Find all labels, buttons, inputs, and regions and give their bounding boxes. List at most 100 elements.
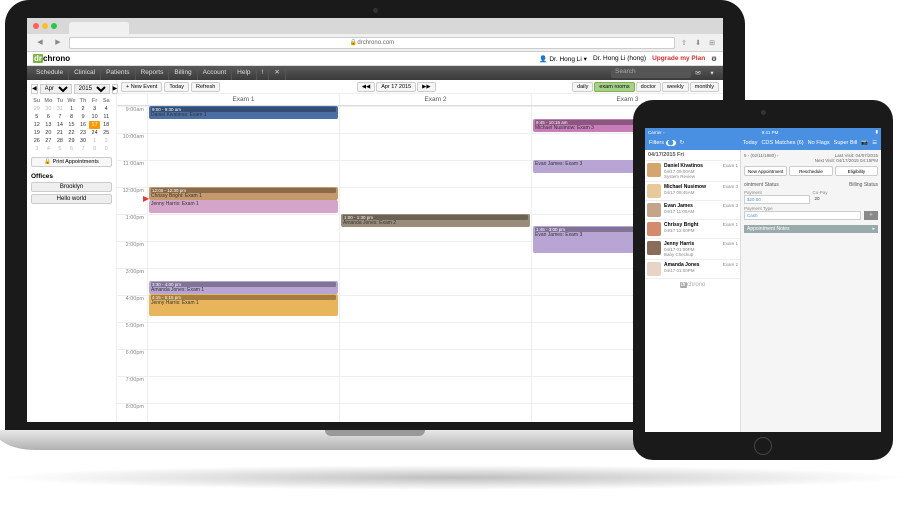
calendar-day[interactable]: 8: [66, 113, 78, 121]
nav-schedule[interactable]: Schedule: [31, 66, 69, 80]
eligibility-button[interactable]: Eligibility: [835, 166, 878, 176]
calendar-day[interactable]: 30: [43, 105, 55, 113]
new-appointment-button[interactable]: New Appointment: [744, 166, 787, 176]
back-icon[interactable]: ◀: [33, 37, 47, 49]
nav-patients[interactable]: Patients: [101, 66, 136, 80]
payment-field[interactable]: $20.00: [744, 195, 810, 204]
calendar-day[interactable]: 2: [77, 105, 89, 113]
filters-button[interactable]: Filters ⬤: [649, 140, 676, 146]
appointment-block[interactable]: 1:00 - 1:30 pmAmanda Jones: Exam 2: [341, 214, 530, 227]
next-day-button[interactable]: ▶▶: [417, 82, 435, 92]
calendar-day[interactable]: 31: [54, 105, 66, 113]
flags-button[interactable]: No Flags: [808, 140, 830, 146]
nav-billing[interactable]: Billing: [169, 66, 197, 80]
toggle-icon[interactable]: ⬤: [666, 140, 676, 146]
appointment-list[interactable]: 04/17/2015 Fri Daniel Kivatinos04/17 09:…: [645, 150, 741, 432]
list-item[interactable]: Michael Nusimow04/17 09:45AMExam 3: [645, 182, 740, 201]
calendar-day[interactable]: 6: [66, 145, 78, 153]
list-item[interactable]: Chrissy Bright04/17 12:00PMExam 1: [645, 220, 740, 239]
calendar-day[interactable]: 15: [66, 121, 78, 129]
prev-month-button[interactable]: ◀: [31, 84, 38, 94]
reschedule-button[interactable]: Reschedule: [789, 166, 832, 176]
appointment-block[interactable]: 12:00 - 12:30 pmChrissy Bright: Exam 1: [149, 187, 338, 200]
calendar-day[interactable]: 5: [54, 145, 66, 153]
calendar-day[interactable]: 20: [43, 129, 55, 137]
calendar-day[interactable]: 7: [54, 113, 66, 121]
superbill-button[interactable]: Super Bill: [834, 140, 858, 146]
calendar-day[interactable]: 27: [43, 137, 55, 145]
office-item[interactable]: Brooklyn: [31, 182, 112, 192]
reader-icon[interactable]: ⇧: [679, 39, 689, 47]
camera-icon[interactable]: 📷: [861, 140, 868, 146]
upgrade-link[interactable]: Upgrade my Plan: [652, 55, 705, 62]
appointment-block[interactable]: 9:00 - 9:30 amDaniel Kivatinos: Exam 1: [149, 106, 338, 119]
today-button[interactable]: Today: [743, 140, 758, 146]
calendar-day[interactable]: 8: [89, 145, 101, 153]
today-button[interactable]: Today: [164, 82, 189, 92]
nav-icon[interactable]: ✕: [269, 66, 285, 80]
nav-help[interactable]: Help: [232, 66, 256, 80]
view-exam-rooms-button[interactable]: exam rooms: [594, 82, 634, 92]
new-event-button[interactable]: + New Event: [121, 82, 162, 92]
calendar-day[interactable]: 5: [31, 113, 43, 121]
calendar-day[interactable]: 28: [54, 137, 66, 145]
calendar-day[interactable]: 21: [54, 129, 66, 137]
messages-icon[interactable]: ✉: [691, 69, 705, 77]
nav-icon[interactable]: !: [257, 66, 270, 80]
calendar-day[interactable]: 4: [100, 105, 112, 113]
current-date[interactable]: Apr 17 2015: [376, 82, 416, 92]
refresh-icon[interactable]: ↻: [680, 140, 685, 146]
address-bar[interactable]: 🔒 drchrono.com: [69, 37, 675, 49]
nav-clinical[interactable]: Clinical: [69, 66, 101, 80]
calendar-day[interactable]: 16: [77, 121, 89, 129]
appointment-block[interactable]: 4:15 - 5:15 pmJenny Harris: Exam 1: [149, 294, 338, 316]
calendar-day[interactable]: 25: [100, 129, 112, 137]
calendar-day[interactable]: 29: [31, 105, 43, 113]
calendar-day[interactable]: 1: [66, 105, 78, 113]
home-button[interactable]: [754, 437, 772, 455]
refresh-button[interactable]: Refresh: [191, 82, 220, 92]
month-select[interactable]: Apr: [40, 84, 72, 94]
view-doctor-button[interactable]: doctor: [636, 82, 661, 92]
calendar-day[interactable]: 22: [66, 129, 78, 137]
list-item[interactable]: Daniel Kivatinos04/17 09:00AMSystem Revi…: [645, 161, 740, 182]
user-menu-1[interactable]: 👤 Dr. Hong Li ▾: [539, 55, 587, 63]
calendar-day[interactable]: 12: [31, 121, 43, 129]
calendar-day[interactable]: 1: [89, 137, 101, 145]
browser-tab[interactable]: [69, 22, 129, 34]
appointment-block[interactable]: 3:30 - 4:00 pmAmanda Jones: Exam 1: [149, 281, 338, 294]
calendar-day[interactable]: 13: [43, 121, 55, 129]
calendar-day[interactable]: 10: [89, 113, 101, 121]
calendar-day[interactable]: 11: [100, 113, 112, 121]
calendar-day[interactable]: 4: [43, 145, 55, 153]
cds-matches-button[interactable]: CDS Matches (6): [761, 140, 803, 146]
calendar-day[interactable]: 3: [31, 145, 43, 153]
calendar-day[interactable]: 29: [66, 137, 78, 145]
notes-header[interactable]: Appointment Notes ▸: [744, 225, 878, 233]
calendar-day[interactable]: 14: [54, 121, 66, 129]
list-item[interactable]: Jenny Harris04/17 01:00PMBaby CheckupExa…: [645, 239, 740, 260]
calendar-day[interactable]: 19: [31, 129, 43, 137]
calendar-day[interactable]: 7: [77, 145, 89, 153]
appointment-block[interactable]: Jenny Harris: Exam 1: [149, 200, 338, 213]
list-item[interactable]: Amanda Jones04/17 01:00PMExam 2: [645, 260, 740, 279]
print-button[interactable]: 🔒 Print Appointments: [31, 157, 112, 167]
calendar-day[interactable]: 6: [43, 113, 55, 121]
tabs-icon[interactable]: ⊞: [707, 39, 717, 47]
calendar-day[interactable]: 9: [77, 113, 89, 121]
list-item[interactable]: Evan James04/17 11:00AMExam 3: [645, 201, 740, 220]
view-monthly-button[interactable]: monthly: [690, 82, 719, 92]
calendar-day[interactable]: 2: [100, 137, 112, 145]
calendar-day[interactable]: 30: [77, 137, 89, 145]
prev-day-button[interactable]: ◀◀: [357, 82, 375, 92]
gear-icon[interactable]: ⚙: [711, 55, 717, 63]
download-icon[interactable]: ⬇: [693, 39, 703, 47]
dropdown-icon[interactable]: ▾: [705, 69, 719, 77]
calendar-day[interactable]: 24: [89, 129, 101, 137]
calendar-day[interactable]: 26: [31, 137, 43, 145]
add-payment-button[interactable]: ＋: [864, 211, 878, 220]
calendar-day[interactable]: 3: [89, 105, 101, 113]
calendar-day[interactable]: 9: [100, 145, 112, 153]
payment-type-field[interactable]: Cash: [744, 211, 861, 220]
search-input[interactable]: Search: [611, 68, 691, 78]
